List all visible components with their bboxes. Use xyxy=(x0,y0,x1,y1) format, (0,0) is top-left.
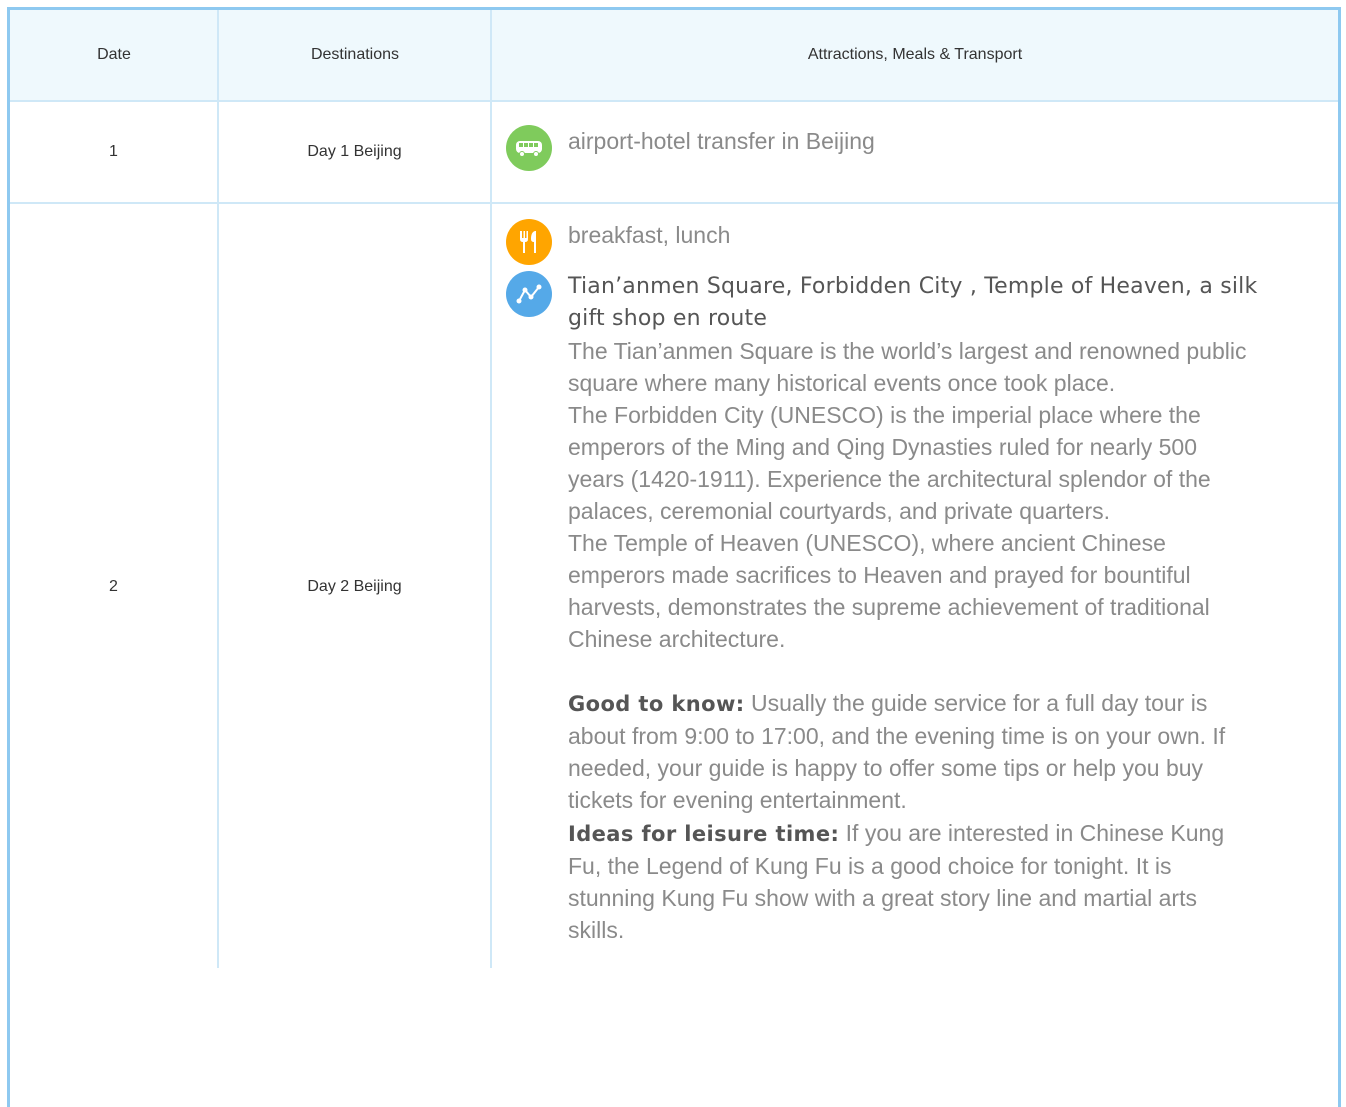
header-destinations: Destinations xyxy=(310,46,400,63)
row-date: 1 xyxy=(109,143,118,160)
row-destination: Day 2 Beijing xyxy=(307,578,402,595)
route-icon xyxy=(506,271,552,317)
transfer-text: airport-hotel transfer in Beijing xyxy=(568,128,875,154)
table-header: Date Destinations Attractions, Meals & T… xyxy=(10,10,1338,100)
row-date: 2 xyxy=(109,578,118,595)
fork-knife-icon xyxy=(506,219,552,265)
good-to-know-label: Good to know: xyxy=(568,692,745,716)
leisure-ideas: Ideas for leisure time: If you are inter… xyxy=(568,817,1258,946)
header-date: Date xyxy=(97,46,131,63)
leisure-label: Ideas for leisure time: xyxy=(568,822,840,846)
sights-title: Tian’anmen Square, Forbidden City , Temp… xyxy=(568,274,1258,331)
meals-text: breakfast, lunch xyxy=(568,222,731,248)
column-divider xyxy=(490,10,492,968)
header-attractions: Attractions, Meals & Transport xyxy=(807,46,1023,63)
good-to-know: Good to know: Usually the guide service … xyxy=(568,687,1258,816)
sights-description: The Tian’anmen Square is the world’s lar… xyxy=(568,338,1247,652)
bus-icon xyxy=(506,125,552,171)
row-destination: Day 1 Beijing xyxy=(307,143,402,160)
